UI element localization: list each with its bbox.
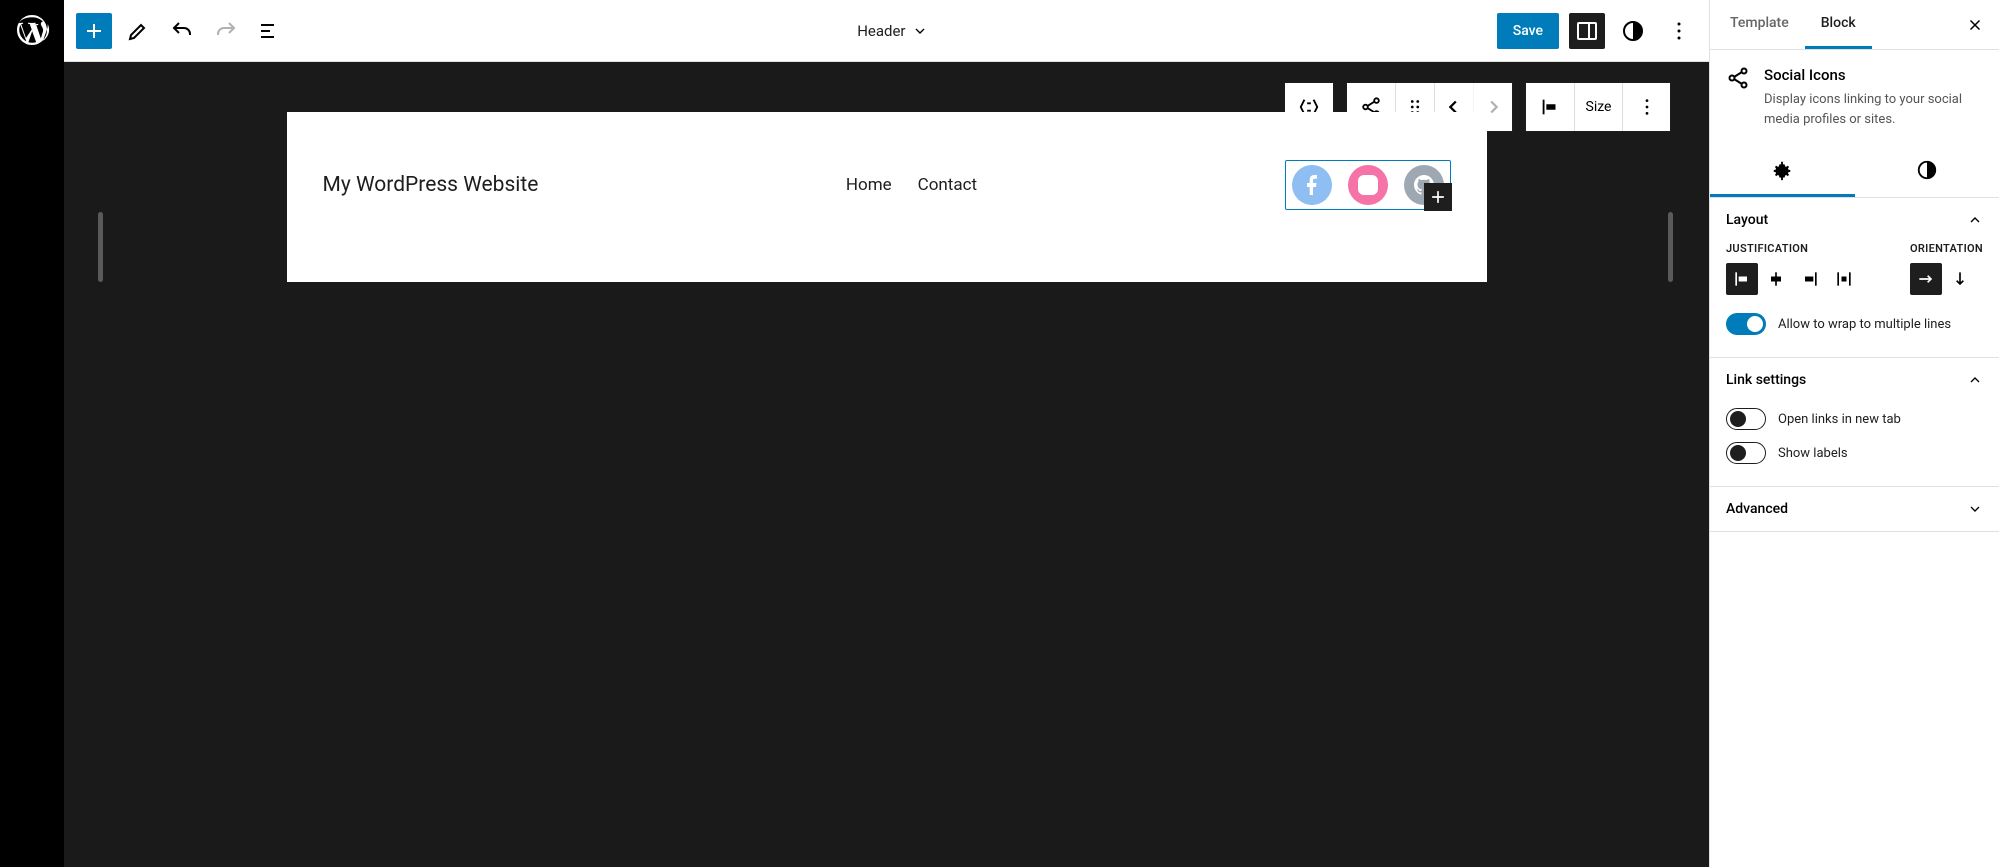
undo-button[interactable]: [164, 13, 200, 49]
orientation-label: Orientation: [1910, 242, 1983, 255]
site-title[interactable]: My WordPress Website: [323, 173, 539, 197]
showlabels-toggle[interactable]: [1726, 442, 1766, 464]
contrast-icon: [1916, 159, 1938, 181]
nav-link-home[interactable]: Home: [846, 175, 892, 195]
close-panel-button[interactable]: [1955, 5, 1995, 45]
size-button[interactable]: Size: [1574, 83, 1622, 131]
share-icon: [1726, 66, 1750, 129]
edit-tool-button[interactable]: [120, 13, 156, 49]
block-name: Social Icons: [1764, 66, 1983, 84]
chevron-down-icon: [1967, 501, 1983, 517]
instagram-icon[interactable]: [1348, 165, 1388, 205]
editor-toolbar: Header Save: [64, 0, 1709, 62]
resize-handle-left[interactable]: [98, 212, 103, 282]
block-description: Display icons linking to your social med…: [1764, 90, 1983, 129]
wrap-toggle[interactable]: [1726, 313, 1766, 335]
justification-label: Justification: [1726, 242, 1860, 255]
justify-left-button[interactable]: [1726, 263, 1758, 295]
navigation: Home Contact: [846, 175, 977, 195]
tab-template[interactable]: Template: [1714, 0, 1805, 49]
wp-admin-bar: [0, 0, 64, 867]
resize-handle-right[interactable]: [1668, 212, 1673, 282]
section-layout-header[interactable]: Layout: [1710, 198, 1999, 242]
styles-button[interactable]: [1615, 13, 1651, 49]
justify-right-button[interactable]: [1794, 263, 1826, 295]
justify-center-button[interactable]: [1760, 263, 1792, 295]
orientation-horizontal-button[interactable]: [1910, 263, 1942, 295]
section-link-settings-header[interactable]: Link settings: [1710, 358, 1999, 402]
social-icons-block[interactable]: [1285, 160, 1451, 210]
chevron-down-icon: [912, 23, 928, 39]
subtab-styles[interactable]: [1855, 145, 1999, 197]
wordpress-logo-icon[interactable]: [14, 12, 50, 48]
header-template-canvas[interactable]: My WordPress Website Home Contact: [287, 112, 1487, 282]
newtab-toggle[interactable]: [1726, 408, 1766, 430]
section-advanced-header[interactable]: Advanced: [1710, 487, 1999, 531]
block-options-button[interactable]: [1622, 83, 1670, 131]
add-social-icon-button[interactable]: [1424, 183, 1452, 211]
orientation-vertical-button[interactable]: [1944, 263, 1976, 295]
gear-icon: [1771, 159, 1793, 181]
save-button[interactable]: Save: [1497, 13, 1559, 49]
options-button[interactable]: [1661, 13, 1697, 49]
tab-block[interactable]: Block: [1805, 0, 1872, 49]
chevron-up-icon: [1967, 212, 1983, 228]
redo-button[interactable]: [208, 13, 244, 49]
document-title[interactable]: Header: [857, 22, 905, 40]
subtab-settings[interactable]: [1710, 145, 1855, 197]
justify-space-button[interactable]: [1828, 263, 1860, 295]
block-header: Social Icons Display icons linking to yo…: [1710, 50, 1999, 145]
editor-canvas-wrap: Size My WordPress Website Home Contact: [64, 62, 1709, 867]
settings-sidebar-toggle[interactable]: [1569, 13, 1605, 49]
document-overview-button[interactable]: [252, 13, 288, 49]
align-button[interactable]: [1526, 83, 1574, 131]
add-block-button[interactable]: [76, 13, 112, 49]
nav-link-contact[interactable]: Contact: [918, 175, 977, 195]
settings-panel: Template Block Social Icons Display icon…: [1709, 0, 1999, 867]
facebook-icon[interactable]: [1292, 165, 1332, 205]
chevron-up-icon: [1967, 372, 1983, 388]
